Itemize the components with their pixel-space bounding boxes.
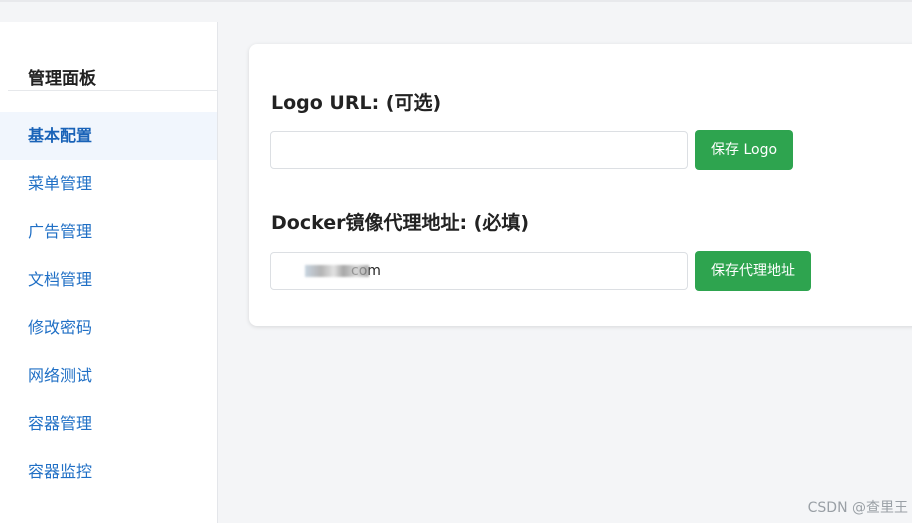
- sidebar-item-container-monitor[interactable]: 容器监控: [0, 448, 217, 496]
- watermark: CSDN @查里王: [807, 500, 908, 516]
- sidebar-item-ad-management[interactable]: 广告管理: [0, 208, 217, 256]
- config-card: Logo URL: (可选) 保存 Logo Docker镜像代理地址: (必填…: [249, 44, 912, 326]
- docker-proxy-field: [270, 252, 688, 290]
- sidebar-item-container-management[interactable]: 容器管理: [0, 400, 217, 448]
- redacted-text-blur: [305, 265, 369, 277]
- logo-url-input[interactable]: [270, 131, 688, 169]
- save-logo-button[interactable]: 保存 Logo: [695, 130, 794, 170]
- sidebar-item-change-password[interactable]: 修改密码: [0, 304, 217, 352]
- logo-url-label: Logo URL: (可选): [271, 92, 442, 114]
- top-border: [0, 0, 912, 2]
- sidebar-menu: 基本配置 菜单管理 广告管理 文档管理 修改密码 网络测试 容器管理 容器监控: [0, 112, 217, 496]
- sidebar-item-menu-management[interactable]: 菜单管理: [0, 160, 217, 208]
- sidebar-item-network-test[interactable]: 网络测试: [0, 352, 217, 400]
- save-proxy-button[interactable]: 保存代理地址: [695, 251, 811, 291]
- sidebar-divider: [8, 90, 217, 91]
- sidebar-item-basic-config[interactable]: 基本配置: [0, 112, 217, 160]
- sidebar-item-doc-management[interactable]: 文档管理: [0, 256, 217, 304]
- sidebar: 管理面板 基本配置 菜单管理 广告管理 文档管理 修改密码 网络测试 容器管理 …: [0, 22, 218, 523]
- sidebar-title: 管理面板: [28, 69, 96, 89]
- docker-proxy-label: Docker镜像代理地址: (必填): [271, 212, 530, 234]
